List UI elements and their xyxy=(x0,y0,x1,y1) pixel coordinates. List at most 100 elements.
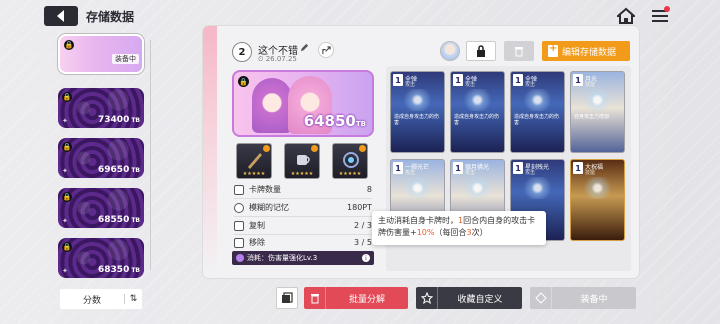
card-description: 造成自身攻击力的伤害 xyxy=(394,114,440,126)
home-icon[interactable] xyxy=(617,7,635,25)
card-art xyxy=(515,89,560,111)
card-cost: 1 xyxy=(573,162,583,174)
card-art xyxy=(515,177,560,199)
cost-bar[interactable]: 消耗：伤害量强化Lv.3 i xyxy=(232,251,374,265)
memory-icon xyxy=(234,202,244,213)
card-art xyxy=(455,89,500,111)
delete-button[interactable] xyxy=(504,41,534,61)
card-cost: 1 xyxy=(513,74,523,86)
lock-icon: 🔒 xyxy=(62,142,72,152)
card-art xyxy=(395,89,440,111)
lock-button[interactable] xyxy=(466,41,496,61)
equipment-level-dot xyxy=(359,145,366,152)
card-slot-1[interactable]: 1 全弹 攻击 造成自身攻击力的伤害 xyxy=(390,71,445,153)
add-page-icon xyxy=(548,43,558,57)
deck-level-badge: 2 xyxy=(232,42,252,62)
card-description: 自身攻击力增加 xyxy=(574,114,610,120)
card-slot-8[interactable]: 1 大祝福 技能 xyxy=(570,159,625,241)
slot-score: 68550 TB xyxy=(98,215,140,225)
lock-icon: 🔒 xyxy=(62,242,72,252)
card-cost: 1 xyxy=(453,74,463,86)
save-slot-4[interactable]: 🔒 ✦ 68550 TB xyxy=(58,188,144,228)
info-icon[interactable]: i xyxy=(362,254,370,262)
equipped-label: 装备中 xyxy=(580,294,608,305)
equip-icon xyxy=(530,287,552,309)
equipment-level-dot xyxy=(311,145,318,152)
slot-mark: ✦ xyxy=(62,117,68,125)
share-button[interactable] xyxy=(318,42,334,58)
gem-icon xyxy=(343,152,359,168)
card-type: 技能 xyxy=(585,82,596,88)
card-description: 造成自身攻击力的伤害 xyxy=(454,114,500,126)
copy-icon xyxy=(234,220,244,231)
card-slot-3[interactable]: 1 全弹 攻击 造成自身攻击力的伤害 xyxy=(510,71,565,153)
edit-save-data-label: 编辑存储数据 xyxy=(562,47,617,58)
equipment-armor[interactable]: ★★★★★ xyxy=(284,143,320,179)
notification-dot xyxy=(664,6,670,12)
divider xyxy=(234,198,372,199)
save-slot-3[interactable]: 🔒 ✦ 69650 TB xyxy=(58,138,144,178)
slot-score: 68350 TB xyxy=(98,265,140,275)
lock-icon: 🔒 xyxy=(238,76,249,87)
favorite-custom-button[interactable]: 收藏自定义 xyxy=(416,287,522,309)
save-slot-5[interactable]: 🔒 ✦ 68350 TB xyxy=(58,238,144,278)
lock-icon: 🔒 xyxy=(62,192,72,202)
rarity-stars: ★★★★★ xyxy=(338,171,362,177)
divider xyxy=(234,234,372,235)
card-art xyxy=(575,177,620,199)
rarity-stars: ★★★★★ xyxy=(242,171,266,177)
card-type: 攻击 xyxy=(405,170,416,176)
page-title: 存储数据 xyxy=(86,10,135,24)
bulk-dismantle-button[interactable]: 批量分解 xyxy=(304,287,408,309)
slot-score: 69650 TB xyxy=(98,165,140,175)
slot-mark: ✦ xyxy=(62,167,68,175)
stat-card-count: 卡牌数量 8 xyxy=(234,183,372,196)
sort-label: 分数 xyxy=(82,295,101,306)
equipped-button[interactable]: 装备中 xyxy=(530,287,636,309)
cover-character-1 xyxy=(252,78,292,133)
divider xyxy=(150,40,151,270)
equipment-accessory[interactable]: ★★★★★ xyxy=(332,143,368,179)
card-cost: 1 xyxy=(573,74,583,86)
panel-accent xyxy=(203,26,217,278)
equipped-badge: 装备中 xyxy=(112,54,139,64)
cup-icon xyxy=(297,155,310,165)
card-cost: 1 xyxy=(393,74,403,86)
card-type: 攻击 xyxy=(525,170,536,176)
lock-icon xyxy=(477,45,485,57)
cost-icon xyxy=(236,254,244,262)
slot-mark: ✦ xyxy=(62,217,68,225)
card-type: 技能 xyxy=(585,170,596,176)
card-art xyxy=(455,177,500,199)
card-cost: 1 xyxy=(513,162,523,174)
back-button[interactable] xyxy=(44,6,78,26)
pencil-icon[interactable] xyxy=(300,43,309,52)
deck-date: ⏲ 26.07.25 xyxy=(258,55,297,63)
card-cost: 1 xyxy=(453,162,463,174)
card-type: 攻击 xyxy=(465,170,476,176)
copy-deck-button[interactable] xyxy=(276,287,298,309)
deck-score: 64850TB xyxy=(303,112,366,130)
sort-order-icon[interactable]: ⇅ xyxy=(124,294,142,304)
card-slot-2[interactable]: 1 全弹 攻击 造成自身攻击力的伤害 xyxy=(450,71,505,153)
character-portrait[interactable] xyxy=(440,41,460,61)
equipment-weapon[interactable]: ★★★★★ xyxy=(236,143,272,179)
save-slot-2[interactable]: 🔒 ✦ 73400 TB xyxy=(58,88,144,128)
back-arrow-icon xyxy=(57,10,64,22)
trash-icon xyxy=(304,287,326,309)
sword-icon xyxy=(248,153,262,169)
copy-icon xyxy=(282,292,293,303)
lock-icon: 🔒 xyxy=(64,40,74,50)
card-icon xyxy=(234,184,244,195)
card-slot-4[interactable]: 1 月光 技能 自身攻击力增加 xyxy=(570,71,625,153)
sort-dropdown[interactable]: 分数 ⇅ xyxy=(60,289,142,309)
trash-icon xyxy=(515,47,523,57)
edit-save-data-button[interactable]: 编辑存储数据 xyxy=(542,41,630,61)
card-type: 攻击 xyxy=(405,82,416,88)
card-type: 攻击 xyxy=(465,82,476,88)
card-art xyxy=(575,89,620,111)
save-slot-1[interactable]: 🔒 装备中 xyxy=(58,34,144,74)
rarity-stars: ★★★★★ xyxy=(290,171,314,177)
divider xyxy=(234,216,372,217)
remove-icon xyxy=(234,237,244,248)
